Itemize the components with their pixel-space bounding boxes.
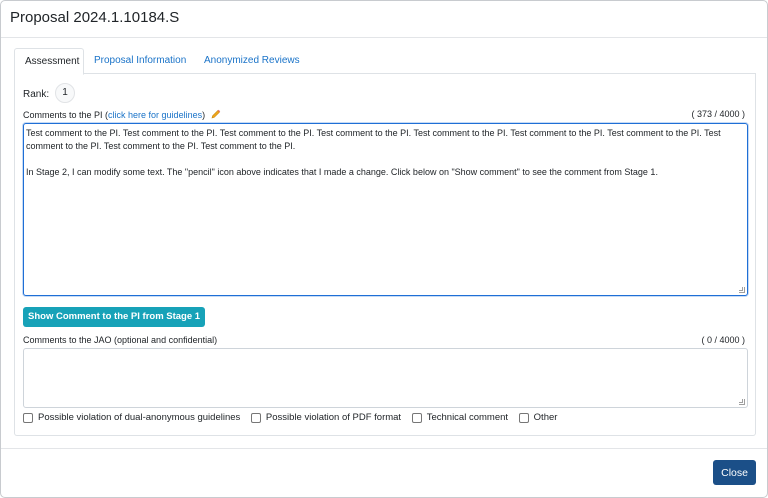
rank-label: Rank: xyxy=(23,89,50,100)
tab-bar: Assessment Proposal Information Anonymiz… xyxy=(14,48,756,75)
checkbox-pdf-format-violation[interactable]: Possible violation of PDF format xyxy=(250,412,402,423)
show-stage1-comment-button[interactable]: Show Comment to the PI from Stage 1 xyxy=(23,307,206,327)
pi-comments-textarea[interactable]: Test comment to the PI. Test comment to … xyxy=(23,123,748,296)
tab-proposal-information[interactable]: Proposal Information xyxy=(84,48,196,74)
pencil-icon xyxy=(211,109,221,121)
checkbox-label: Technical comment xyxy=(426,412,509,423)
proposal-dialog: Proposal 2024.1.10184.S Assessment Propo… xyxy=(0,0,768,498)
checkbox-label: Other xyxy=(533,412,558,423)
jao-comments-counter: ( 0 / 4000 ) xyxy=(701,335,745,345)
jao-comments-label: Comments to the JAO (optional and confid… xyxy=(23,335,218,345)
checkbox-label: Possible violation of dual-anonymous gui… xyxy=(38,412,241,423)
resize-handle-icon[interactable] xyxy=(739,287,745,293)
pi-comments-label: Comments to the PI (click here for guide… xyxy=(23,109,221,121)
guidelines-link[interactable]: click here for guidelines xyxy=(108,110,202,120)
checkbox-other[interactable]: Other xyxy=(518,412,558,423)
rank-value: 1 xyxy=(55,83,75,103)
dialog-footer: Close xyxy=(1,448,767,497)
tab-anonymized-reviews[interactable]: Anonymized Reviews xyxy=(194,48,310,74)
close-button[interactable]: Close xyxy=(713,460,756,485)
resize-handle-icon[interactable] xyxy=(739,399,745,405)
checkbox-dual-anonymous-violation[interactable]: Possible violation of dual-anonymous gui… xyxy=(23,412,240,423)
pi-comments-label-text: Comments to the PI ( xyxy=(23,110,109,120)
dialog-header: Proposal 2024.1.10184.S xyxy=(1,1,767,38)
pi-comments-counter: ( 373 / 4000 ) xyxy=(691,109,745,119)
checkbox-box[interactable] xyxy=(23,412,33,423)
dialog-title: Proposal 2024.1.10184.S xyxy=(10,9,180,26)
checkbox-box[interactable] xyxy=(518,412,529,423)
pi-comments-label-close: ) xyxy=(202,110,206,120)
checkbox-label: Possible violation of PDF format xyxy=(265,412,402,423)
pi-comments-paragraph: In Stage 2, I can modify some text. The … xyxy=(26,167,658,177)
checkbox-box[interactable] xyxy=(411,412,422,423)
jao-comments-textarea[interactable] xyxy=(23,348,748,408)
pi-comments-paragraph: Test comment to the PI. Test comment to … xyxy=(26,128,721,151)
checkbox-technical-comment[interactable]: Technical comment xyxy=(411,412,509,423)
tab-assessment[interactable]: Assessment xyxy=(14,48,84,75)
checkbox-box[interactable] xyxy=(250,412,261,423)
flag-checkboxes: Possible violation of dual-anonymous gui… xyxy=(23,412,565,426)
assessment-panel: Rank: 1 Comments to the PI (click here f… xyxy=(14,74,756,436)
